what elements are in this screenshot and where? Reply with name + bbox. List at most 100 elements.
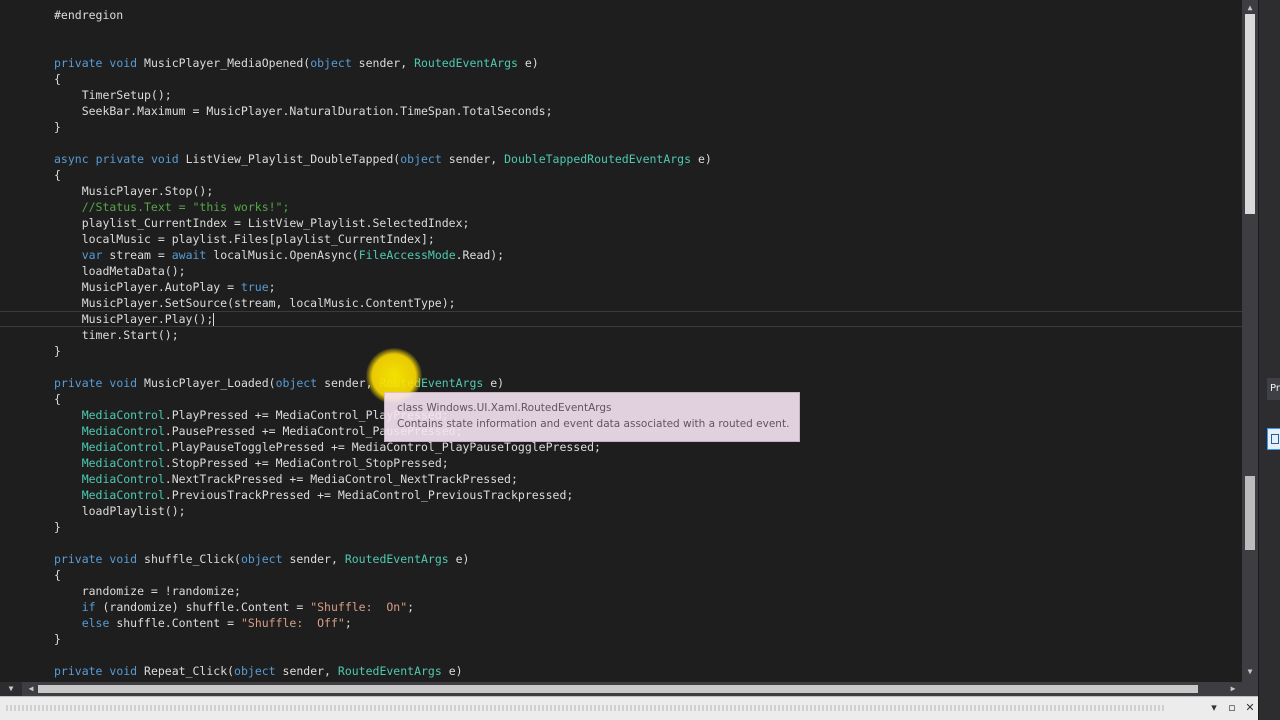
code-line[interactable]: //Status.Text = "this works!"; [0,199,1242,215]
code-token: MusicPlayer.SetSource(stream, localMusic… [54,296,456,310]
code-line[interactable]: { [0,71,1242,87]
code-token: "Shuffle: Off" [240,616,345,630]
code-line[interactable]: localMusic = playlist.Files[playlist_Cur… [0,231,1242,247]
code-token: MediaControl [81,440,165,454]
code-token: { [54,392,61,406]
code-token: RoutedEventArgs [337,664,442,678]
bottom-track [6,705,1166,711]
code-token: void [109,56,138,70]
code-token: private [54,664,103,678]
code-line[interactable] [0,535,1242,551]
vertical-scrollbar[interactable]: ▲ ▼ [1242,0,1258,682]
code-token: private [54,56,103,70]
zoom-dropdown-icon[interactable]: ▼ [0,682,22,696]
quickinfo-tooltip: class Windows.UI.Xaml.RoutedEventArgs Co… [384,392,800,442]
code-token: "Shuffle: On" [310,600,408,614]
code-line[interactable]: private void shuffle_Click(object sender… [0,551,1242,567]
code-token: MusicPlayer_Loaded( [137,376,276,390]
minimize-icon[interactable]: ▾ [1206,701,1222,715]
code-token: sender, [275,664,338,678]
panel-grid-icon[interactable] [1267,428,1280,450]
code-token: private [54,552,103,566]
scroll-left-arrow-icon[interactable]: ◀ [24,682,38,696]
bottom-bar: ▾ ▫ ✕ [0,696,1258,720]
scroll-right-arrow-icon[interactable]: ▶ [1226,682,1240,696]
code-token: #endregion [54,8,124,22]
properties-tab[interactable]: Pr [1267,378,1280,400]
horizontal-scrollbar[interactable]: ▼ ◀ ▶ [0,682,1258,696]
code-token: localMusic = playlist.Files[playlist_Cur… [54,232,435,246]
code-token: playlist_CurrentIndex = ListView_Playlis… [54,216,470,230]
code-line[interactable]: MusicPlayer.Play(); [0,311,1242,327]
code-token: } [54,344,61,358]
code-token: .StopPressed += MediaControl_StopPressed… [164,456,449,470]
code-line[interactable] [0,359,1242,375]
code-line[interactable]: { [0,567,1242,583]
code-token: ; [268,280,276,294]
code-line[interactable] [0,647,1242,663]
code-token: object [240,552,283,566]
code-line[interactable]: private void Repeat_Click(object sender,… [0,663,1242,679]
code-line[interactable]: { [0,167,1242,183]
code-line[interactable]: async private void ListView_Playlist_Dou… [0,151,1242,167]
code-line[interactable]: MusicPlayer.Stop(); [0,183,1242,199]
code-token: e) [483,376,505,390]
code-line[interactable]: MusicPlayer.SetSource(stream, localMusic… [0,295,1242,311]
code-line[interactable]: if (randomize) shuffle.Content = "Shuffl… [0,599,1242,615]
code-line[interactable]: } [0,519,1242,535]
code-line[interactable]: private void MusicPlayer_Loaded(object s… [0,375,1242,391]
code-line[interactable]: TimerSetup(); [0,87,1242,103]
code-line[interactable]: timer.Start(); [0,327,1242,343]
tooltip-signature: class Windows.UI.Xaml.RoutedEventArgs [397,402,612,414]
code-token: MediaControl [81,488,165,502]
code-line[interactable]: playlist_CurrentIndex = ListView_Playlis… [0,215,1242,231]
code-line[interactable]: loadMetaData(); [0,263,1242,279]
code-token: e) [517,56,539,70]
code-line[interactable]: MusicPlayer.AutoPlay = true; [0,279,1242,295]
code-token: MediaControl [81,408,165,422]
code-token: object [400,152,442,166]
vertical-scrollbar-thumb-secondary[interactable] [1245,476,1255,550]
code-line[interactable]: private void MusicPlayer_MediaOpened(obj… [0,55,1242,71]
code-editor[interactable]: #endregion private void MusicPlayer_Media… [0,0,1242,682]
code-line[interactable]: } [0,343,1242,359]
code-line[interactable]: var stream = await localMusic.OpenAsync(… [0,247,1242,263]
code-token: (randomize) shuffle.Content = [95,600,311,614]
code-line[interactable]: #endregion [0,7,1242,23]
code-line[interactable]: MediaControl.PreviousTrackPressed += Med… [0,487,1242,503]
code-token: e) [441,664,463,678]
code-line[interactable] [0,39,1242,55]
code-line[interactable]: } [0,631,1242,647]
close-icon[interactable]: ✕ [1242,701,1258,715]
code-line[interactable]: else shuffle.Content = "Shuffle: Off"; [0,615,1242,631]
scroll-up-arrow-icon[interactable]: ▲ [1242,2,1258,14]
restore-icon[interactable]: ▫ [1224,701,1240,715]
code-line[interactable]: randomize = !randomize; [0,583,1242,599]
code-token: void [150,152,179,166]
code-token: ListView_Playlist_DoubleTapped( [178,152,401,166]
code-token: var [81,248,103,262]
code-token: //Status.Text = "this works!"; [54,200,290,214]
code-token: await [171,248,207,262]
code-token: loadMetaData(); [54,264,186,278]
text-caret [213,313,215,326]
horizontal-scrollbar-thumb[interactable] [38,685,1198,693]
code-line[interactable]: loadPlaylist(); [0,503,1242,519]
code-line[interactable]: SeekBar.Maximum = MusicPlayer.NaturalDur… [0,103,1242,119]
code-line[interactable]: MediaControl.StopPressed += MediaControl… [0,455,1242,471]
vertical-scrollbar-thumb[interactable] [1245,14,1255,214]
code-token: ; [344,616,352,630]
code-token: RoutedEventArgs [414,56,518,70]
scroll-down-arrow-icon[interactable]: ▼ [1242,666,1258,678]
code-token: ; [407,600,415,614]
code-line[interactable]: } [0,119,1242,135]
code-line[interactable]: MediaControl.NextTrackPressed += MediaCo… [0,471,1242,487]
code-token: else [81,616,110,630]
code-line[interactable] [0,23,1242,39]
code-line[interactable] [0,135,1242,151]
